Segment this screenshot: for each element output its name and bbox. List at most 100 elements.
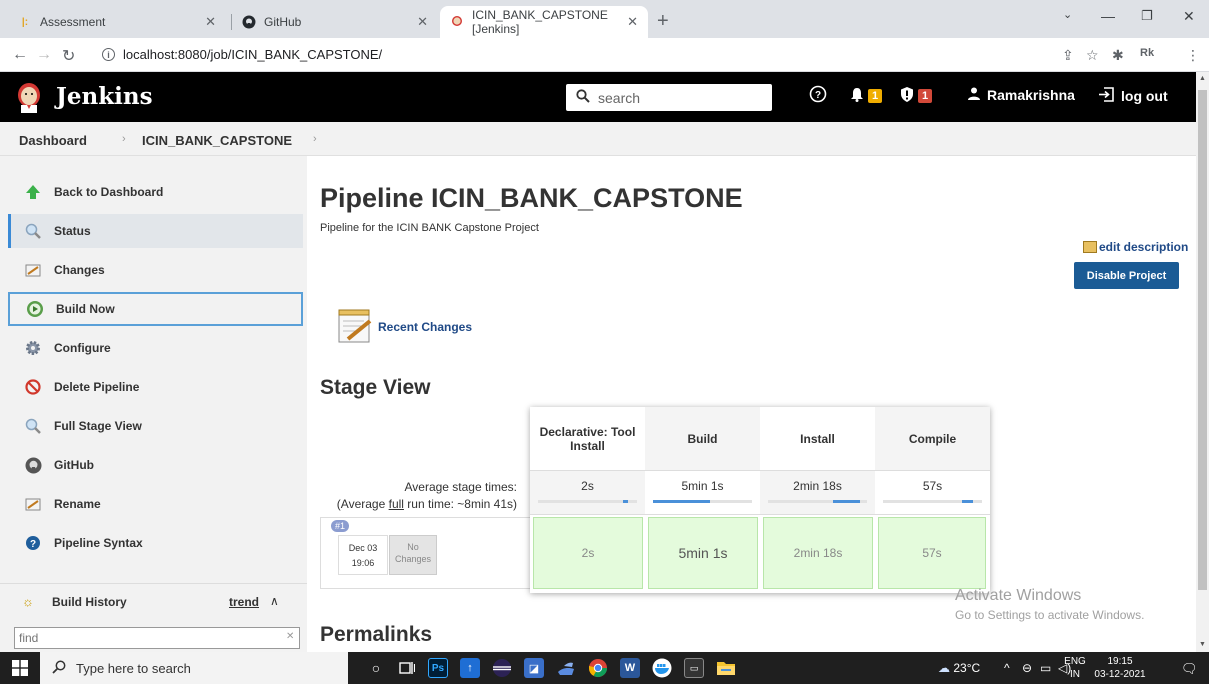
stage-average-bar-fill — [833, 500, 860, 503]
avg-stage-label: Average stage times: — [404, 480, 517, 494]
stackoverflow-like-icon[interactable] — [556, 658, 576, 678]
reload-icon[interactable]: ↻ — [62, 46, 75, 66]
sidebar-item-full-stage-view[interactable]: Full Stage View — [8, 409, 303, 443]
logout-icon — [1098, 87, 1115, 105]
tray-chevron-icon[interactable]: ^ — [1004, 661, 1010, 675]
system-clock[interactable]: 19:15 03-12-2021 — [1090, 655, 1150, 681]
chrome-icon[interactable] — [588, 658, 608, 678]
jenkins-logo-icon[interactable] — [14, 81, 44, 113]
eclipse-icon[interactable] — [492, 658, 512, 678]
activate-windows-watermark: Activate Windows Go to Settings to activ… — [955, 587, 1144, 622]
clear-find-icon[interactable]: ✕ — [286, 631, 294, 642]
task-view-icon[interactable] — [397, 658, 417, 678]
url-field[interactable]: i localhost:8080/job/ICIN_BANK_CAPSTONE/ — [102, 47, 382, 62]
windows-start-icon[interactable] — [10, 658, 30, 678]
extensions-icon[interactable]: ✱ — [1112, 47, 1124, 64]
tab-label: GitHub — [264, 15, 302, 29]
breadcrumb-dashboard[interactable]: Dashboard — [19, 133, 87, 148]
new-tab-button[interactable]: + — [657, 10, 669, 33]
sidebar-item-github[interactable]: GitHub — [8, 448, 303, 482]
close-tab-icon[interactable]: ✕ — [417, 14, 428, 30]
upload-app-icon[interactable]: ↑ — [460, 658, 480, 678]
trend-link[interactable]: trend — [229, 595, 259, 609]
stage-run-cell[interactable]: 57s — [878, 517, 986, 589]
sidebar-item-back-to-dashboard[interactable]: Back to Dashboard — [8, 175, 303, 209]
search-box[interactable]: search — [566, 84, 772, 111]
sidebar-item-pipeline-syntax[interactable]: ? Pipeline Syntax — [8, 526, 303, 560]
stage-average: 5min 1s — [645, 471, 760, 515]
jenkins-title[interactable]: Jenkins — [56, 83, 153, 110]
profile-icon[interactable]: Rk — [1140, 47, 1154, 59]
cortana-icon[interactable]: ○ — [366, 658, 386, 678]
recent-changes-notepad-icon[interactable] — [336, 307, 374, 345]
tab-github[interactable]: GitHub ✕ — [232, 6, 438, 38]
word-icon[interactable]: W — [620, 658, 640, 678]
sidebar: Back to Dashboard Status Changes Build N… — [0, 156, 307, 652]
help-icon[interactable]: ? — [809, 85, 827, 103]
back-arrow-icon[interactable]: ← — [12, 46, 28, 64]
forward-arrow-icon[interactable]: → — [36, 46, 52, 64]
user-name: Ramakrishna — [987, 87, 1075, 103]
stage-run-cell[interactable]: 2s — [533, 517, 643, 589]
network-icon[interactable]: ⊖ — [1022, 661, 1032, 675]
sidebar-item-configure[interactable]: Configure — [8, 331, 303, 365]
battery-icon[interactable]: ▭ — [1040, 661, 1051, 675]
average-stage-times-label: Average stage times: (Average full run t… — [297, 480, 517, 511]
stage-average-bar — [653, 500, 752, 503]
breadcrumb-dropdown-icon[interactable]: › — [313, 133, 317, 145]
scroll-down-icon[interactable]: ▼ — [1199, 641, 1206, 648]
build-number-badge[interactable]: #1 — [331, 520, 350, 532]
close-window-button[interactable]: ✕ — [1183, 8, 1195, 25]
stage-view-grid: Declarative: Tool Install Build Install … — [530, 407, 990, 593]
sidebar-item-label: Delete Pipeline — [54, 380, 140, 394]
stage-run-cell[interactable]: 5min 1s — [648, 517, 758, 589]
logout-button[interactable]: log out — [1098, 87, 1168, 105]
sidebar-item-delete-pipeline[interactable]: Delete Pipeline — [8, 370, 303, 404]
restore-button[interactable]: ❐ — [1141, 8, 1153, 24]
build-history-find-input[interactable] — [14, 627, 300, 649]
cloud-icon: ☁ — [938, 661, 950, 675]
scroll-up-icon[interactable]: ▲ — [1199, 75, 1206, 82]
security-button[interactable]: 1 — [900, 87, 933, 105]
sidebar-item-changes[interactable]: Changes — [8, 253, 303, 287]
notifications-button[interactable]: 1 — [850, 87, 883, 105]
avg-full-prefix: (Average — [336, 497, 389, 511]
site-info-icon[interactable]: i — [102, 48, 115, 61]
remote-desktop-icon[interactable]: ◪ — [524, 658, 544, 678]
weather-widget[interactable]: ☁ 23°C — [938, 661, 980, 675]
stage-average: 2s — [530, 471, 645, 515]
stage-average: 2min 18s — [760, 471, 875, 515]
tab-jenkins[interactable]: ICIN_BANK_CAPSTONE [Jenkins] ✕ — [440, 6, 648, 38]
docker-icon[interactable] — [652, 658, 672, 678]
photoshop-icon[interactable]: Ps — [428, 658, 448, 678]
sidebar-item-rename[interactable]: Rename — [8, 487, 303, 521]
minimize-button[interactable]: — — [1101, 8, 1115, 24]
taskbar-search-box[interactable]: Type here to search — [40, 652, 348, 684]
recent-changes-link[interactable]: Recent Changes — [378, 320, 472, 334]
notification-center-icon[interactable]: 🗨 — [1181, 661, 1198, 677]
page-scrollbar[interactable]: ▲ ▼ — [1196, 72, 1209, 652]
collapse-caret-icon[interactable]: ∧ — [270, 594, 279, 608]
tab-search-icon[interactable]: ⌄ — [1063, 8, 1072, 21]
stage-run-cell[interactable]: 2min 18s — [763, 517, 873, 589]
edit-description-link[interactable]: edit description — [1083, 240, 1188, 254]
build-clock-icon — [26, 300, 44, 318]
browser-menu-icon[interactable]: ⋮ — [1186, 47, 1200, 64]
sidebar-item-build-now[interactable]: Build Now — [8, 292, 303, 326]
close-tab-icon[interactable]: ✕ — [205, 14, 216, 30]
terminal-icon[interactable]: ▭ — [684, 658, 704, 678]
breadcrumb-job[interactable]: ICIN_BANK_CAPSTONE — [142, 133, 292, 148]
windows-taskbar: Type here to search ○ Ps ↑ ◪ W ▭ ☁ 23°C … — [0, 652, 1209, 684]
disable-project-button[interactable]: Disable Project — [1074, 262, 1179, 289]
user-menu[interactable]: Ramakrishna — [968, 87, 1075, 103]
breadcrumb: Dashboard › ICIN_BANK_CAPSTONE › — [0, 122, 1196, 156]
full-run-link[interactable]: full — [389, 497, 404, 511]
scrollbar-thumb[interactable] — [1198, 90, 1207, 590]
share-icon[interactable]: ⇪ — [1062, 47, 1074, 64]
language-indicator[interactable]: ENG IN — [1064, 655, 1086, 681]
file-explorer-icon[interactable] — [716, 658, 736, 678]
close-tab-icon[interactable]: ✕ — [627, 14, 638, 30]
sidebar-item-status[interactable]: Status — [8, 214, 303, 248]
tab-assessment[interactable]: |: Assessment ✕ — [8, 6, 226, 38]
bookmark-star-icon[interactable]: ☆ — [1086, 47, 1099, 64]
